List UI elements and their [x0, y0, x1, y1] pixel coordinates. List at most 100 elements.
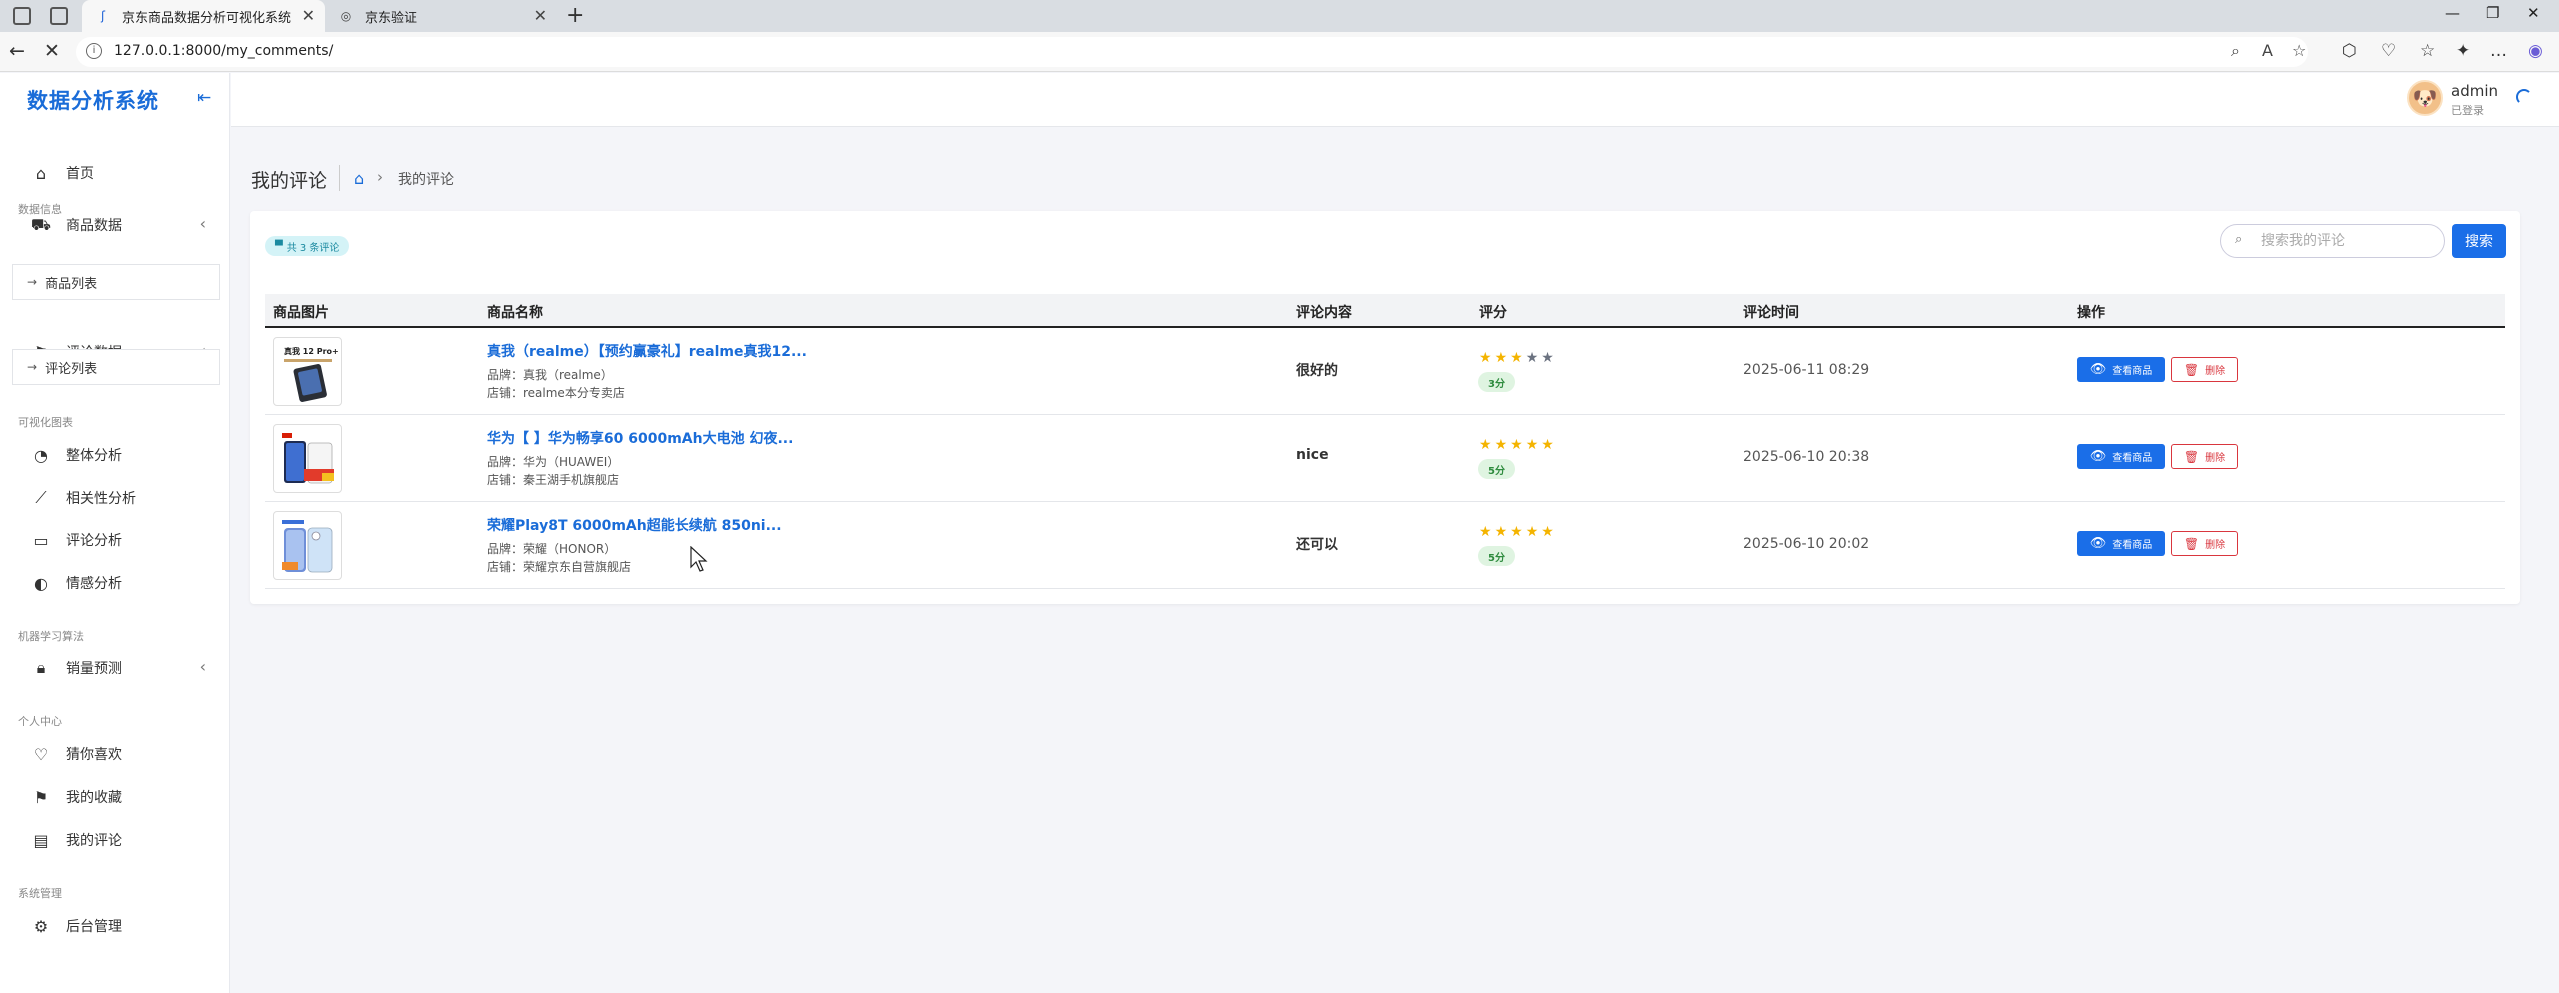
- url-field[interactable]: i 127.0.0.1:8000/my_comments/ ⌕ A ☆: [76, 37, 2308, 67]
- star-filled-icon: ★: [1479, 524, 1495, 540]
- read-aloud-icon[interactable]: A: [2262, 41, 2273, 60]
- star-filled-icon: ★: [1510, 350, 1526, 366]
- sidebar-item-label: 情感分析: [66, 576, 122, 592]
- browser-tab[interactable]: ◎ 京东验证 ✕: [325, 0, 557, 32]
- table-header: 商品图片 商品名称 评论内容 评分 评论时间 操作: [265, 294, 2505, 328]
- breadcrumb-current: 我的评论: [398, 172, 454, 188]
- zoom-icon[interactable]: ⌕: [2231, 41, 2240, 61]
- sidebar-item-guess[interactable]: ♡ 猜你喜欢: [30, 739, 220, 769]
- product-image[interactable]: [273, 424, 342, 493]
- line-chart-icon: ⟋: [35, 488, 47, 507]
- sidebar-item-overall-analysis[interactable]: ◔ 整体分析: [30, 440, 220, 470]
- view-product-label: 查看商品: [2112, 366, 2153, 377]
- sidebar-item-product-data[interactable]: ⛟ 商品数据 ‹: [30, 210, 220, 240]
- thumb-text: 真我 12 Pro+: [284, 346, 338, 356]
- copilot-icon[interactable]: ◉: [2528, 41, 2543, 61]
- column-header: 评分: [1479, 305, 1507, 321]
- product-shop: 店铺：秦王湖手机旗舰店: [487, 473, 620, 487]
- loading-spinner-icon: [2516, 89, 2532, 105]
- new-tab-button[interactable]: +: [566, 3, 584, 28]
- avatar[interactable]: 🐶: [2407, 80, 2443, 116]
- tab-actions-icon[interactable]: [50, 7, 68, 25]
- sidebar-item-home[interactable]: ⌂ 首页: [30, 158, 220, 188]
- user-status: 已登录: [2451, 104, 2484, 117]
- sidebar-item-comment-analysis[interactable]: ▭ 评论分析: [30, 525, 220, 555]
- product-name-link[interactable]: 真我（realme）【预约赢豪礼】realme真我12...: [487, 341, 807, 361]
- delete-comment-button[interactable]: 🗑︎ 删除: [2171, 357, 2238, 382]
- favorites-icon[interactable]: ☆: [2420, 41, 2435, 61]
- extensions-icon[interactable]: ⬡: [2342, 41, 2357, 61]
- star-filled-icon: ★: [1541, 524, 1557, 540]
- view-product-button[interactable]: 👁︎ 查看商品: [2077, 531, 2165, 556]
- jd-favicon-icon: ʃ: [100, 9, 106, 23]
- comment-content: 还可以: [1296, 537, 1338, 553]
- favorite-star-icon[interactable]: ☆: [2292, 41, 2306, 60]
- sidebar-item-admin[interactable]: ⚙ 后台管理: [30, 911, 220, 941]
- more-menu-icon[interactable]: …: [2490, 41, 2507, 61]
- sidebar-subitem-product-list[interactable]: → 商品列表: [12, 264, 220, 300]
- sidebar-subitem-comment-list[interactable]: → 评论列表: [12, 349, 220, 385]
- minimize-icon[interactable]: —: [2445, 4, 2460, 22]
- tab-close-icon[interactable]: ✕: [302, 6, 315, 25]
- home-icon: ⌂: [35, 163, 47, 183]
- browser-tab-active[interactable]: ʃ 京东商品数据分析可视化系统 ✕: [82, 0, 325, 32]
- comment-time: 2025-06-11 08:29: [1743, 362, 1870, 378]
- delete-comment-button[interactable]: 🗑︎ 删除: [2171, 444, 2238, 469]
- rating-stars: ★★★★★: [1479, 437, 1557, 453]
- product-name-link[interactable]: 荣耀Play8T 6000mAh超能长续航 850ni...: [487, 515, 782, 535]
- view-product-label: 查看商品: [2112, 540, 2153, 551]
- mouse-cursor-icon: [690, 546, 708, 572]
- tab-close-icon[interactable]: ✕: [534, 6, 547, 25]
- view-product-button[interactable]: 👁︎ 查看商品: [2077, 357, 2165, 382]
- browser-essentials-icon[interactable]: ♡: [2381, 41, 2396, 61]
- eye-icon: 👁︎: [2089, 449, 2107, 464]
- search-icon: ⌕: [2235, 232, 2243, 247]
- arrow-right-icon: →: [27, 275, 38, 289]
- star-empty-icon: ★: [1541, 350, 1557, 366]
- top-header: [231, 73, 2559, 127]
- browser-tabstrip: ʃ 京东商品数据分析可视化系统 ✕ ◎ 京东验证 ✕ + — ❐ ✕: [0, 0, 2559, 32]
- delete-label: 删除: [2205, 540, 2226, 551]
- sidebar-item-label: 我的收藏: [66, 790, 122, 806]
- product-image[interactable]: 真我 12 Pro+: [273, 337, 342, 406]
- workspaces-icon[interactable]: [13, 7, 31, 25]
- search-button[interactable]: 搜索: [2452, 224, 2506, 258]
- product-name-link[interactable]: 华为【 】华为畅享60 6000mAh大电池 幻夜...: [487, 428, 793, 448]
- sidebar-item-correlation[interactable]: ⟋ 相关性分析: [30, 483, 220, 513]
- stop-loading-icon[interactable]: ✕: [44, 40, 60, 62]
- column-header: 商品名称: [487, 305, 543, 321]
- column-header: 操作: [2077, 305, 2105, 321]
- delete-label: 删除: [2205, 453, 2226, 464]
- sidebar-item-label: 后台管理: [66, 919, 122, 935]
- star-filled-icon: ★: [1510, 524, 1526, 540]
- breadcrumb-home-icon[interactable]: ⌂: [354, 169, 364, 188]
- sidebar-item-favorites[interactable]: ⚑ 我的收藏: [30, 782, 220, 812]
- delete-comment-button[interactable]: 🗑︎ 删除: [2171, 531, 2238, 556]
- site-info-icon[interactable]: i: [86, 43, 102, 59]
- collapse-sidebar-icon[interactable]: ⇤: [197, 88, 211, 108]
- trash-icon: 🗑︎: [2183, 536, 2200, 551]
- window-close-icon[interactable]: ✕: [2527, 4, 2540, 22]
- user-name[interactable]: admin: [2451, 82, 2498, 100]
- sidebar-item-sentiment[interactable]: ◐ 情感分析: [30, 568, 220, 598]
- extension-cat-icon[interactable]: ✦: [2456, 41, 2470, 61]
- comment-count-badge: ▀ 共 3 条评论: [265, 236, 350, 256]
- comment-time: 2025-06-10 20:38: [1743, 449, 1870, 465]
- product-shop: 店铺：realme本分专卖店: [487, 386, 625, 400]
- sidebar-item-my-comments[interactable]: ▤ 我的评论: [30, 825, 220, 855]
- search-input[interactable]: [2261, 230, 2436, 252]
- trash-icon: 🗑︎: [2183, 449, 2200, 464]
- sidebar: 数据分析系统 ⇤ ⌂ 首页 数据信息 ⛟ 商品数据 ‹ → 商品列表 ⚑ 评论数…: [0, 73, 230, 993]
- star-filled-icon: ★: [1525, 437, 1542, 453]
- back-icon[interactable]: ←: [9, 40, 25, 62]
- arrow-right-icon: →: [27, 360, 38, 374]
- nav-section-label: 机器学习算法: [18, 630, 84, 643]
- product-image[interactable]: [273, 511, 342, 580]
- restore-icon[interactable]: ❐: [2486, 4, 2499, 22]
- delete-label: 删除: [2205, 366, 2226, 377]
- view-product-button[interactable]: 👁︎ 查看商品: [2077, 444, 2165, 469]
- sidebar-item-label: 整体分析: [66, 448, 122, 464]
- sidebar-item-label: 商品数据: [66, 218, 122, 234]
- sidebar-item-sales-forecast[interactable]: 🔒︎ 销量预测 ‹: [30, 653, 220, 683]
- nav-section-label: 个人中心: [18, 715, 62, 728]
